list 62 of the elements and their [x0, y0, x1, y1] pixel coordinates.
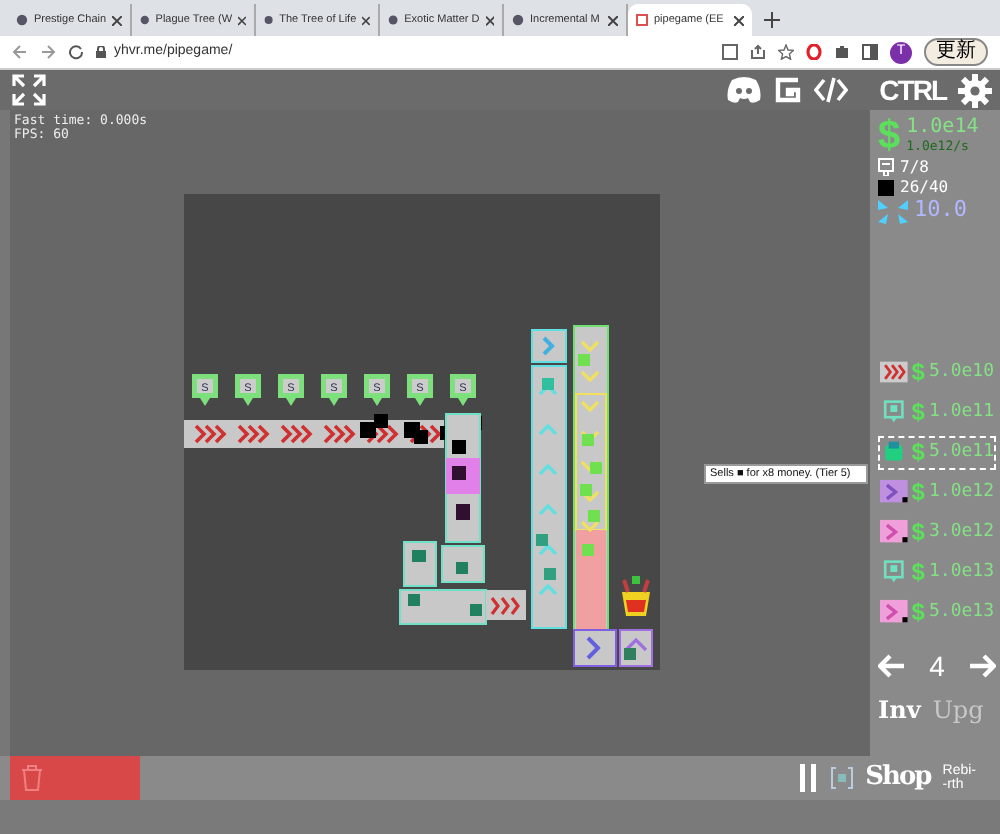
item-square-icon — [878, 179, 894, 196]
favicon-icon — [140, 14, 150, 26]
trash-icon — [18, 764, 46, 792]
favicon-icon — [264, 14, 274, 26]
currency-symbol: $ — [878, 116, 901, 156]
settings-icon[interactable] — [958, 73, 992, 107]
opera-icon[interactable] — [806, 44, 822, 60]
close-icon[interactable] — [734, 15, 744, 25]
new-tab-icon[interactable] — [764, 12, 780, 28]
close-icon[interactable] — [362, 15, 370, 25]
close-icon[interactable] — [112, 15, 122, 25]
conveyor-tile — [486, 590, 526, 620]
turn-tile — [531, 329, 567, 363]
turn-tile — [619, 629, 653, 667]
code-icon[interactable] — [813, 76, 848, 104]
turn-icon — [880, 598, 908, 627]
favicon-icon — [512, 14, 524, 26]
discord-icon[interactable] — [725, 76, 762, 104]
conveyor-icon — [880, 358, 908, 387]
sidebar-icon[interactable] — [862, 44, 878, 60]
horizontal-pipe — [399, 589, 487, 625]
item-count: 26/40 — [900, 177, 949, 198]
close-icon[interactable] — [238, 15, 246, 25]
share-icon[interactable] — [750, 44, 766, 60]
speed-value: 10.0 — [914, 200, 967, 221]
money-value: 1.0e14 — [906, 116, 979, 138]
g-logo-icon[interactable] — [773, 76, 802, 104]
arrow-right-icon[interactable] — [967, 654, 996, 679]
menu-tab[interactable]: Upg — [932, 691, 984, 728]
menu-tab[interactable]: Inv — [878, 691, 921, 728]
storage-count: 7/8 — [900, 157, 929, 178]
close-icon[interactable] — [485, 15, 494, 25]
page-number: 4 — [929, 647, 945, 686]
seller-icon — [880, 558, 908, 587]
pipe-tile — [441, 545, 485, 583]
speed-spark-icon — [878, 197, 908, 224]
translate-icon[interactable] — [722, 44, 738, 60]
favicon-icon — [388, 14, 399, 26]
furnace-icon — [880, 438, 908, 467]
pause-icon[interactable] — [797, 764, 818, 792]
seller-icon — [880, 398, 908, 427]
ctrl-label[interactable]: CTRL — [879, 69, 946, 111]
reload-icon[interactable] — [68, 44, 84, 60]
forward-icon[interactable] — [40, 44, 56, 60]
lock-icon — [96, 46, 106, 58]
back-icon[interactable] — [12, 44, 28, 60]
puzzle-icon[interactable] — [834, 44, 850, 60]
pipe-tile — [403, 541, 437, 587]
furnace-drawing — [622, 576, 650, 616]
close-icon[interactable] — [608, 15, 618, 25]
turn-icon — [880, 478, 908, 507]
favicon-icon — [636, 14, 648, 26]
shop-tab[interactable]: Shop — [865, 758, 931, 798]
arrow-left-icon[interactable] — [878, 654, 906, 679]
favicon-icon — [16, 14, 28, 26]
vertical-pipe — [445, 413, 481, 543]
turn-tile — [573, 629, 617, 667]
star-icon[interactable] — [778, 44, 794, 60]
fullscreen-icon[interactable] — [12, 74, 46, 106]
update-button[interactable]: 更新 — [924, 38, 988, 66]
drawer-icon — [878, 158, 894, 177]
turn-icon — [880, 518, 908, 547]
